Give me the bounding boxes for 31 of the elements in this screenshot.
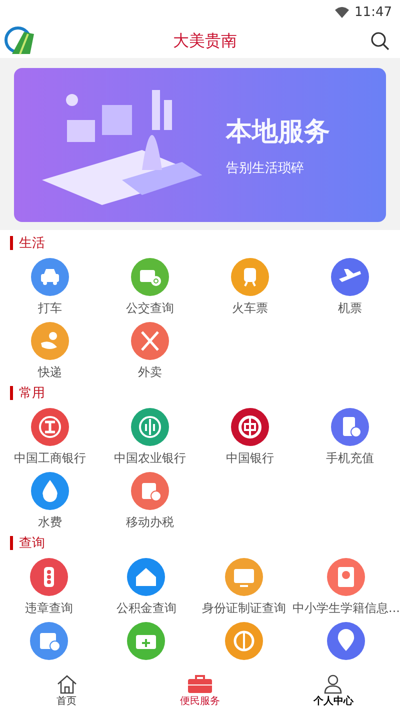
- search-icon[interactable]: [370, 31, 390, 51]
- banner-subtitle: 告别生活琐碎: [226, 160, 305, 176]
- service-item[interactable]: 中国银行: [226, 404, 274, 466]
- promo-banner[interactable]: 本地服务 告别生活琐碎: [14, 68, 386, 222]
- service-item[interactable]: 移动办税: [126, 468, 174, 530]
- service-item[interactable]: 中国农业银行: [114, 404, 186, 466]
- section-title: 生活: [19, 235, 45, 252]
- service-item[interactable]: 水费: [31, 468, 69, 530]
- service-item[interactable]: 中国工商银行: [14, 404, 86, 466]
- service-item[interactable]: 打车: [31, 254, 69, 316]
- section-title: 常用: [19, 385, 45, 402]
- service-item[interactable]: 快递: [31, 318, 69, 380]
- banner-title: 本地服务: [226, 116, 330, 148]
- wifi-icon: [334, 6, 349, 18]
- clock-time: 11:47: [354, 4, 392, 20]
- home-icon: [56, 674, 78, 694]
- service-item[interactable]: 身份证制证查询: [202, 554, 286, 616]
- service-item[interactable]: 手机充值: [326, 404, 374, 466]
- section-title: 查询: [19, 535, 45, 552]
- service-item[interactable]: 机票: [331, 254, 369, 316]
- service-item[interactable]: 公交查询: [126, 254, 174, 316]
- service-item[interactable]: 火车票: [231, 254, 269, 316]
- nav-tab[interactable]: 首页: [0, 672, 134, 710]
- nav-tab[interactable]: 个人中心: [266, 672, 400, 710]
- person-icon: [323, 674, 344, 694]
- nav-tab[interactable]: 便民服务: [133, 672, 267, 710]
- service-item[interactable]: 外卖: [131, 318, 169, 380]
- service-item[interactable]: 违章查询: [24, 554, 73, 616]
- service-item[interactable]: 公积金查询: [116, 554, 176, 616]
- app-title: 大美贵南: [173, 30, 237, 52]
- service-item[interactable]: 中小学生学籍信息...: [292, 554, 400, 616]
